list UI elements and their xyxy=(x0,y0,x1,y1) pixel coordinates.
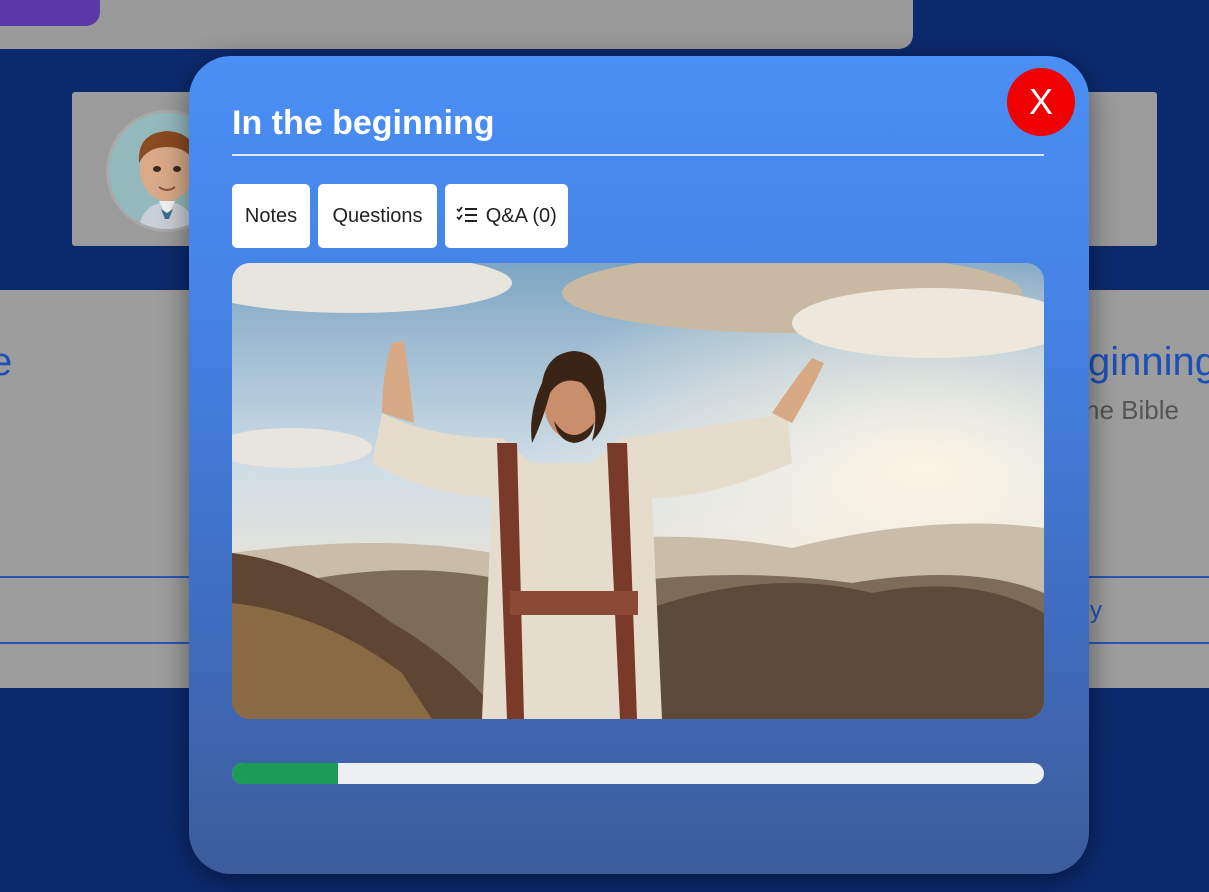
background-card-left-heading: e xyxy=(0,340,13,384)
background-top-bar xyxy=(0,0,913,49)
tab-qa[interactable]: Q&A (0) xyxy=(445,184,568,248)
background-card-right-subtitle: he Bible xyxy=(1085,395,1179,425)
close-button[interactable]: X xyxy=(1007,68,1075,136)
tab-notes[interactable]: Notes xyxy=(232,184,310,248)
divider xyxy=(1089,642,1209,644)
tab-qa-label: Q&A (0) xyxy=(485,205,557,227)
background-card-right-link: y xyxy=(1090,597,1102,624)
lesson-hero-image xyxy=(232,263,1044,719)
divider xyxy=(1089,576,1209,578)
divider xyxy=(0,642,200,644)
background-card-right-heading: ginning xyxy=(1088,340,1209,384)
tab-questions[interactable]: Questions xyxy=(318,184,437,248)
divider xyxy=(0,576,200,578)
background-card-left xyxy=(0,290,200,688)
lesson-progress-bar xyxy=(232,763,1044,784)
background-menu-pill xyxy=(0,0,100,26)
title-divider xyxy=(232,154,1044,156)
lesson-progress-fill xyxy=(232,763,338,784)
checklist-icon xyxy=(456,205,484,227)
modal-title: In the beginning xyxy=(232,104,495,142)
